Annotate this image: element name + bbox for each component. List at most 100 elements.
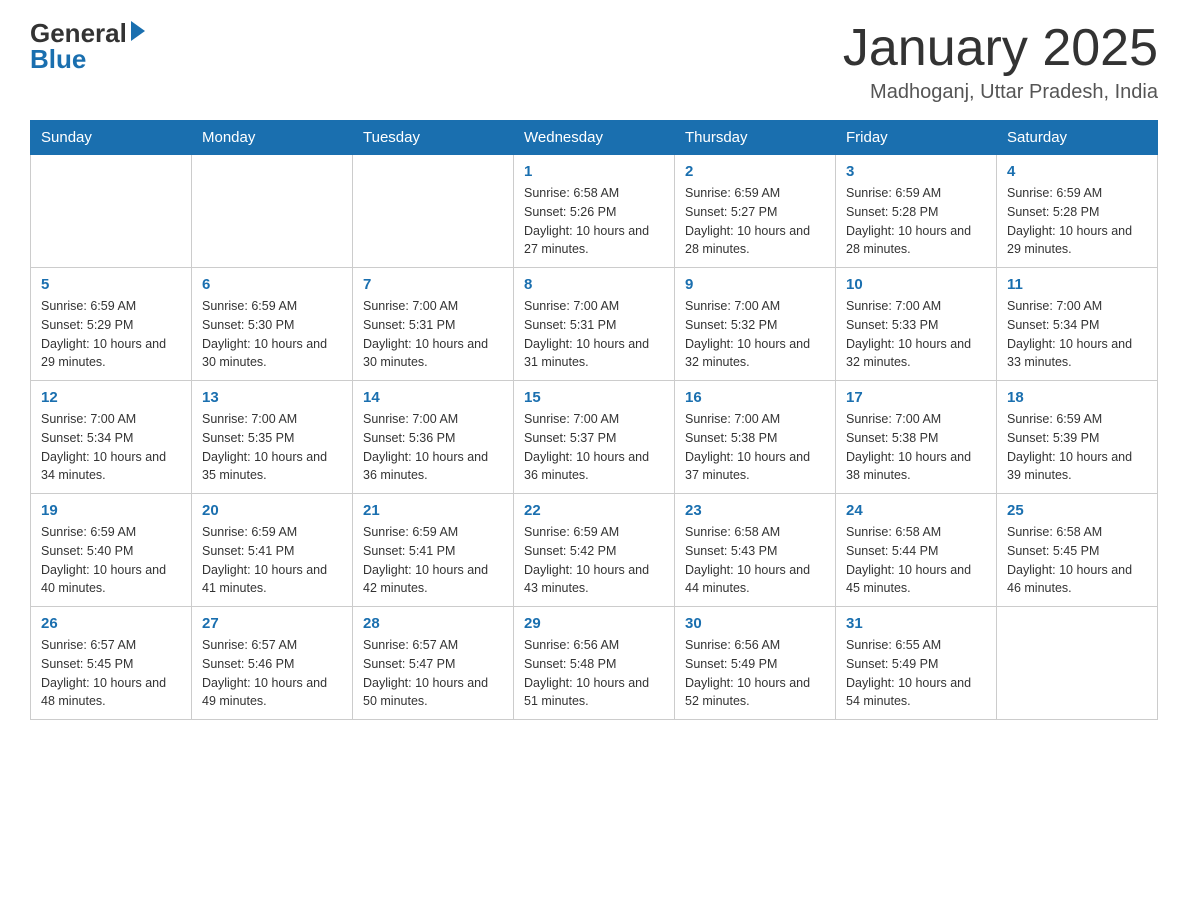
day-info: Sunrise: 6:56 AMSunset: 5:48 PMDaylight:… bbox=[524, 636, 664, 711]
day-number: 13 bbox=[202, 389, 342, 406]
calendar-cell: 11Sunrise: 7:00 AMSunset: 5:34 PMDayligh… bbox=[997, 268, 1158, 381]
weekday-header-thursday: Thursday bbox=[675, 121, 836, 155]
calendar-week-row: 12 Sunrise: 7:00 AMSunset: 5:34 PMDayligh… bbox=[31, 381, 1158, 494]
day-number: 31 bbox=[846, 615, 986, 632]
day-number: 19 bbox=[41, 502, 181, 519]
calendar-week-row: 26Sunrise: 6:57 AMSunset: 5:45 PMDayligh… bbox=[31, 607, 1158, 720]
day-info: Sunrise: 7:00 AMSunset: 5:34 PMDaylight:… bbox=[41, 410, 181, 485]
calendar-cell: 26Sunrise: 6:57 AMSunset: 5:45 PMDayligh… bbox=[31, 607, 192, 720]
calendar-cell: 4 Sunrise: 6:59 AMSunset: 5:28 PMDaylight… bbox=[997, 155, 1158, 268]
day-info: Sunrise: 6:57 AMSunset: 5:46 PMDaylight:… bbox=[202, 636, 342, 711]
weekday-header-friday: Friday bbox=[836, 121, 997, 155]
day-number: 3 bbox=[846, 163, 986, 180]
calendar-cell: 3 Sunrise: 6:59 AMSunset: 5:28 PMDaylight… bbox=[836, 155, 997, 268]
weekday-header-sunday: Sunday bbox=[31, 121, 192, 155]
day-info: Sunrise: 7:00 AMSunset: 5:33 PMDaylight:… bbox=[846, 297, 986, 372]
day-info: Sunrise: 7:00 AMSunset: 5:31 PMDaylight:… bbox=[524, 297, 664, 372]
calendar-cell: 1Sunrise: 6:58 AMSunset: 5:26 PMDaylight… bbox=[514, 155, 675, 268]
day-info: Sunrise: 7:00 AMSunset: 5:34 PMDaylight:… bbox=[1007, 297, 1147, 372]
day-info: Sunrise: 7:00 AMSunset: 5:31 PMDaylight:… bbox=[363, 297, 503, 372]
calendar-cell: 20Sunrise: 6:59 AMSunset: 5:41 PMDayligh… bbox=[192, 494, 353, 607]
day-number: 29 bbox=[524, 615, 664, 632]
calendar-cell bbox=[353, 155, 514, 268]
location-subtitle: Madhoganj, Uttar Pradesh, India bbox=[843, 81, 1158, 104]
day-number: 27 bbox=[202, 615, 342, 632]
day-number: 4 bbox=[1007, 163, 1147, 180]
calendar-cell: 24Sunrise: 6:58 AMSunset: 5:44 PMDayligh… bbox=[836, 494, 997, 607]
day-info: Sunrise: 6:56 AMSunset: 5:49 PMDaylight:… bbox=[685, 636, 825, 711]
day-info: Sunrise: 6:58 AMSunset: 5:26 PMDaylight:… bbox=[524, 184, 664, 259]
calendar-cell: 18Sunrise: 6:59 AMSunset: 5:39 PMDayligh… bbox=[997, 381, 1158, 494]
day-number: 8 bbox=[524, 276, 664, 293]
day-number: 10 bbox=[846, 276, 986, 293]
calendar-cell: 29 Sunrise: 6:56 AMSunset: 5:48 PMDayligh… bbox=[514, 607, 675, 720]
calendar-cell: 31 Sunrise: 6:55 AMSunset: 5:49 PMDayligh… bbox=[836, 607, 997, 720]
calendar-cell bbox=[192, 155, 353, 268]
calendar-cell: 2Sunrise: 6:59 AMSunset: 5:27 PMDaylight… bbox=[675, 155, 836, 268]
day-number: 22 bbox=[524, 502, 664, 519]
day-info: Sunrise: 7:00 AMSunset: 5:32 PMDaylight:… bbox=[685, 297, 825, 372]
calendar-cell bbox=[31, 155, 192, 268]
day-info: Sunrise: 7:00 AMSunset: 5:36 PMDaylight:… bbox=[363, 410, 503, 485]
day-info: Sunrise: 7:00 AMSunset: 5:37 PMDaylight:… bbox=[524, 410, 664, 485]
logo-triangle-icon bbox=[131, 21, 145, 41]
day-info: Sunrise: 6:59 AMSunset: 5:28 PMDaylight:… bbox=[1007, 184, 1147, 259]
calendar-header: SundayMondayTuesdayWednesdayThursdayFrid… bbox=[31, 121, 1158, 155]
day-number: 14 bbox=[363, 389, 503, 406]
month-title: January 2025 bbox=[843, 20, 1158, 77]
calendar-cell: 5Sunrise: 6:59 AMSunset: 5:29 PMDaylight… bbox=[31, 268, 192, 381]
logo-general-text: General bbox=[30, 20, 127, 46]
calendar-cell: 22 Sunrise: 6:59 AMSunset: 5:42 PMDayligh… bbox=[514, 494, 675, 607]
day-number: 7 bbox=[363, 276, 503, 293]
day-number: 21 bbox=[363, 502, 503, 519]
day-number: 15 bbox=[524, 389, 664, 406]
calendar-cell: 25 Sunrise: 6:58 AMSunset: 5:45 PMDayligh… bbox=[997, 494, 1158, 607]
calendar-table: SundayMondayTuesdayWednesdayThursdayFrid… bbox=[30, 120, 1158, 720]
calendar-cell: 27 Sunrise: 6:57 AMSunset: 5:46 PMDayligh… bbox=[192, 607, 353, 720]
day-info: Sunrise: 6:58 AMSunset: 5:43 PMDaylight:… bbox=[685, 523, 825, 598]
weekday-header-tuesday: Tuesday bbox=[353, 121, 514, 155]
day-info: Sunrise: 6:59 AMSunset: 5:40 PMDaylight:… bbox=[41, 523, 181, 598]
calendar-cell: 7 Sunrise: 7:00 AMSunset: 5:31 PMDaylight… bbox=[353, 268, 514, 381]
weekday-header-wednesday: Wednesday bbox=[514, 121, 675, 155]
day-number: 9 bbox=[685, 276, 825, 293]
calendar-cell: 8 Sunrise: 7:00 AMSunset: 5:31 PMDaylight… bbox=[514, 268, 675, 381]
weekday-header-row: SundayMondayTuesdayWednesdayThursdayFrid… bbox=[31, 121, 1158, 155]
day-info: Sunrise: 6:58 AMSunset: 5:45 PMDaylight:… bbox=[1007, 523, 1147, 598]
calendar-cell: 12 Sunrise: 7:00 AMSunset: 5:34 PMDayligh… bbox=[31, 381, 192, 494]
title-area: January 2025 Madhoganj, Uttar Pradesh, I… bbox=[843, 20, 1158, 104]
calendar-cell: 9 Sunrise: 7:00 AMSunset: 5:32 PMDaylight… bbox=[675, 268, 836, 381]
day-number: 16 bbox=[685, 389, 825, 406]
weekday-header-saturday: Saturday bbox=[997, 121, 1158, 155]
calendar-week-row: 1Sunrise: 6:58 AMSunset: 5:26 PMDaylight… bbox=[31, 155, 1158, 268]
day-info: Sunrise: 6:59 AMSunset: 5:28 PMDaylight:… bbox=[846, 184, 986, 259]
day-info: Sunrise: 6:59 AMSunset: 5:41 PMDaylight:… bbox=[363, 523, 503, 598]
day-info: Sunrise: 7:00 AMSunset: 5:35 PMDaylight:… bbox=[202, 410, 342, 485]
day-info: Sunrise: 6:59 AMSunset: 5:42 PMDaylight:… bbox=[524, 523, 664, 598]
weekday-header-monday: Monday bbox=[192, 121, 353, 155]
logo-blue-text: Blue bbox=[30, 46, 86, 72]
calendar-cell: 17 Sunrise: 7:00 AMSunset: 5:38 PMDayligh… bbox=[836, 381, 997, 494]
day-number: 6 bbox=[202, 276, 342, 293]
day-number: 20 bbox=[202, 502, 342, 519]
calendar-cell: 6 Sunrise: 6:59 AMSunset: 5:30 PMDaylight… bbox=[192, 268, 353, 381]
day-info: Sunrise: 7:00 AMSunset: 5:38 PMDaylight:… bbox=[685, 410, 825, 485]
day-number: 18 bbox=[1007, 389, 1147, 406]
calendar-cell: 15 Sunrise: 7:00 AMSunset: 5:37 PMDayligh… bbox=[514, 381, 675, 494]
logo: General Blue bbox=[30, 20, 145, 72]
day-info: Sunrise: 7:00 AMSunset: 5:38 PMDaylight:… bbox=[846, 410, 986, 485]
day-number: 30 bbox=[685, 615, 825, 632]
day-info: Sunrise: 6:59 AMSunset: 5:30 PMDaylight:… bbox=[202, 297, 342, 372]
day-number: 17 bbox=[846, 389, 986, 406]
day-number: 12 bbox=[41, 389, 181, 406]
calendar-week-row: 5Sunrise: 6:59 AMSunset: 5:29 PMDaylight… bbox=[31, 268, 1158, 381]
day-info: Sunrise: 6:59 AMSunset: 5:29 PMDaylight:… bbox=[41, 297, 181, 372]
calendar-cell: 19 Sunrise: 6:59 AMSunset: 5:40 PMDayligh… bbox=[31, 494, 192, 607]
day-info: Sunrise: 6:58 AMSunset: 5:44 PMDaylight:… bbox=[846, 523, 986, 598]
calendar-cell: 30 Sunrise: 6:56 AMSunset: 5:49 PMDayligh… bbox=[675, 607, 836, 720]
day-info: Sunrise: 6:55 AMSunset: 5:49 PMDaylight:… bbox=[846, 636, 986, 711]
calendar-cell: 28Sunrise: 6:57 AMSunset: 5:47 PMDayligh… bbox=[353, 607, 514, 720]
day-number: 25 bbox=[1007, 502, 1147, 519]
calendar-week-row: 19 Sunrise: 6:59 AMSunset: 5:40 PMDayligh… bbox=[31, 494, 1158, 607]
day-number: 28 bbox=[363, 615, 503, 632]
